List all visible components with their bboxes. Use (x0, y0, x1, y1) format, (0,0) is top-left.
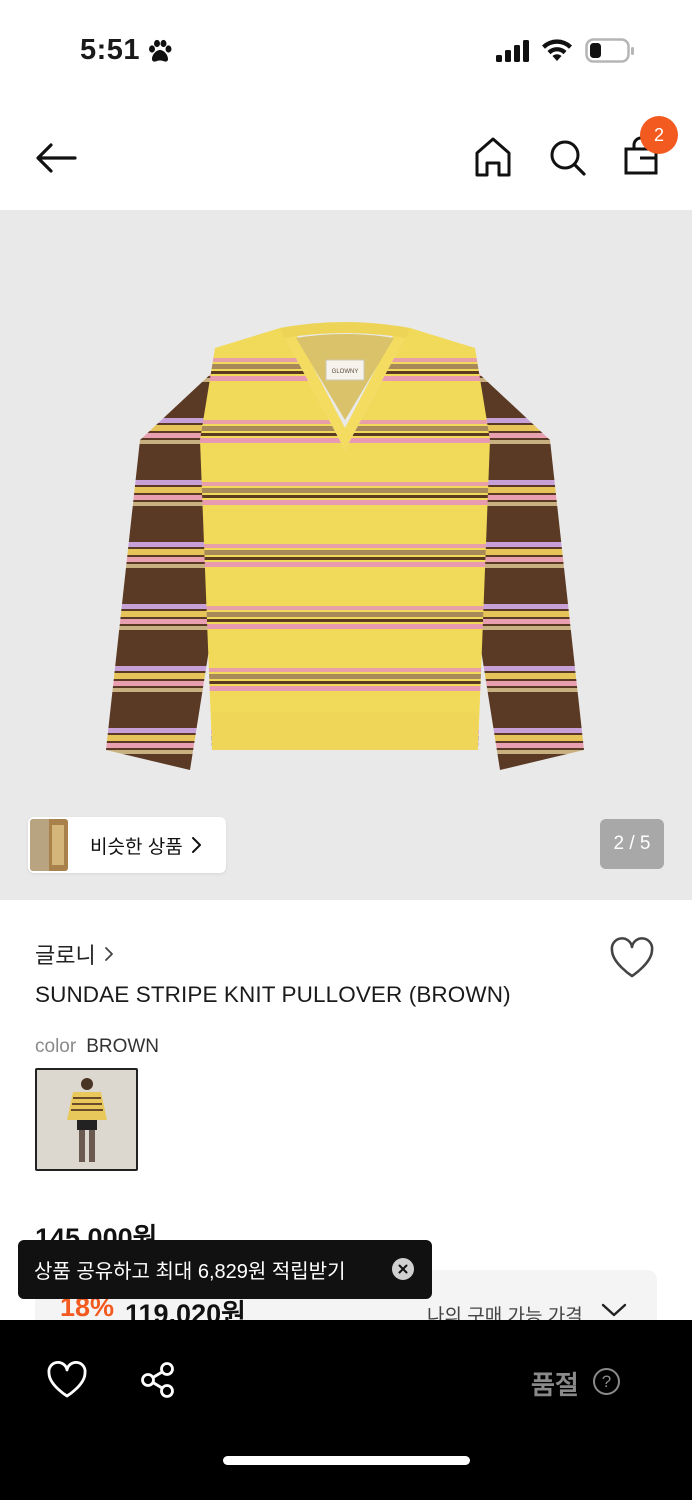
similar-thumbnail (30, 819, 68, 871)
color-value: BROWN (86, 1036, 160, 1057)
share-reward-toast[interactable]: 상품 공유하고 최대 6,829원 적립받기 (18, 1240, 432, 1299)
share-icon (141, 1362, 174, 1398)
brand-tag-text: GLOWNY (332, 369, 359, 375)
top-nav (0, 110, 692, 205)
color-option-swatch[interactable] (35, 1068, 138, 1171)
toast-text: 상품 공유하고 최대 6,829원 적립받기 (34, 1261, 346, 1283)
home-indicator (223, 1456, 470, 1465)
brand-link[interactable]: 글로니 (35, 938, 114, 970)
similar-products-label: 비슷한 상품 (90, 836, 183, 858)
chevron-right-icon (191, 837, 201, 853)
color-label: color (35, 1036, 77, 1057)
home-button[interactable] (472, 134, 514, 180)
color-row: color BROWN (35, 1036, 159, 1058)
signal-icon (496, 40, 529, 62)
sold-out-label: 품절 (531, 1370, 579, 1400)
share-button[interactable] (138, 1360, 178, 1400)
chevron-down-icon (601, 1303, 627, 1317)
like-button[interactable] (608, 936, 656, 980)
heart-icon (47, 1361, 87, 1398)
chevron-right-icon (104, 947, 113, 961)
product-image-carousel[interactable]: GLOWNY 비슷한 상품 2 / 5 (0, 210, 692, 900)
similar-products-button[interactable]: 비슷한 상품 (28, 817, 226, 873)
search-icon (550, 140, 586, 176)
status-time: 5:51 (80, 34, 141, 66)
toast-close-button[interactable] (392, 1258, 414, 1280)
product-detail-page: 5:51 2 GLOWNY 비슷한 상품 2 / 5 글로니 SUNDAE ST… (0, 0, 692, 1500)
wishlist-button[interactable] (46, 1360, 88, 1400)
model-thumbnail (37, 1070, 136, 1169)
paw-icon (149, 39, 172, 62)
wifi-icon (542, 39, 572, 61)
back-button[interactable] (32, 136, 80, 180)
cart-count-badge: 2 (640, 116, 678, 154)
brand-name: 글로니 (35, 943, 96, 968)
product-title: SUNDAE STRIPE KNIT PULLOVER (BROWN) (35, 982, 511, 1007)
search-button[interactable] (546, 134, 588, 180)
heart-icon (610, 937, 654, 978)
sweater-image: GLOWNY (106, 322, 584, 770)
battery-icon (585, 38, 634, 63)
image-page-counter: 2 / 5 (600, 819, 664, 869)
bottom-action-bar: 품절 ? (0, 1320, 692, 1500)
status-bar: 5:51 (0, 0, 692, 100)
close-icon (398, 1264, 408, 1274)
arrow-left-icon (36, 143, 77, 173)
help-icon[interactable]: ? (593, 1368, 620, 1395)
home-icon (475, 137, 511, 177)
